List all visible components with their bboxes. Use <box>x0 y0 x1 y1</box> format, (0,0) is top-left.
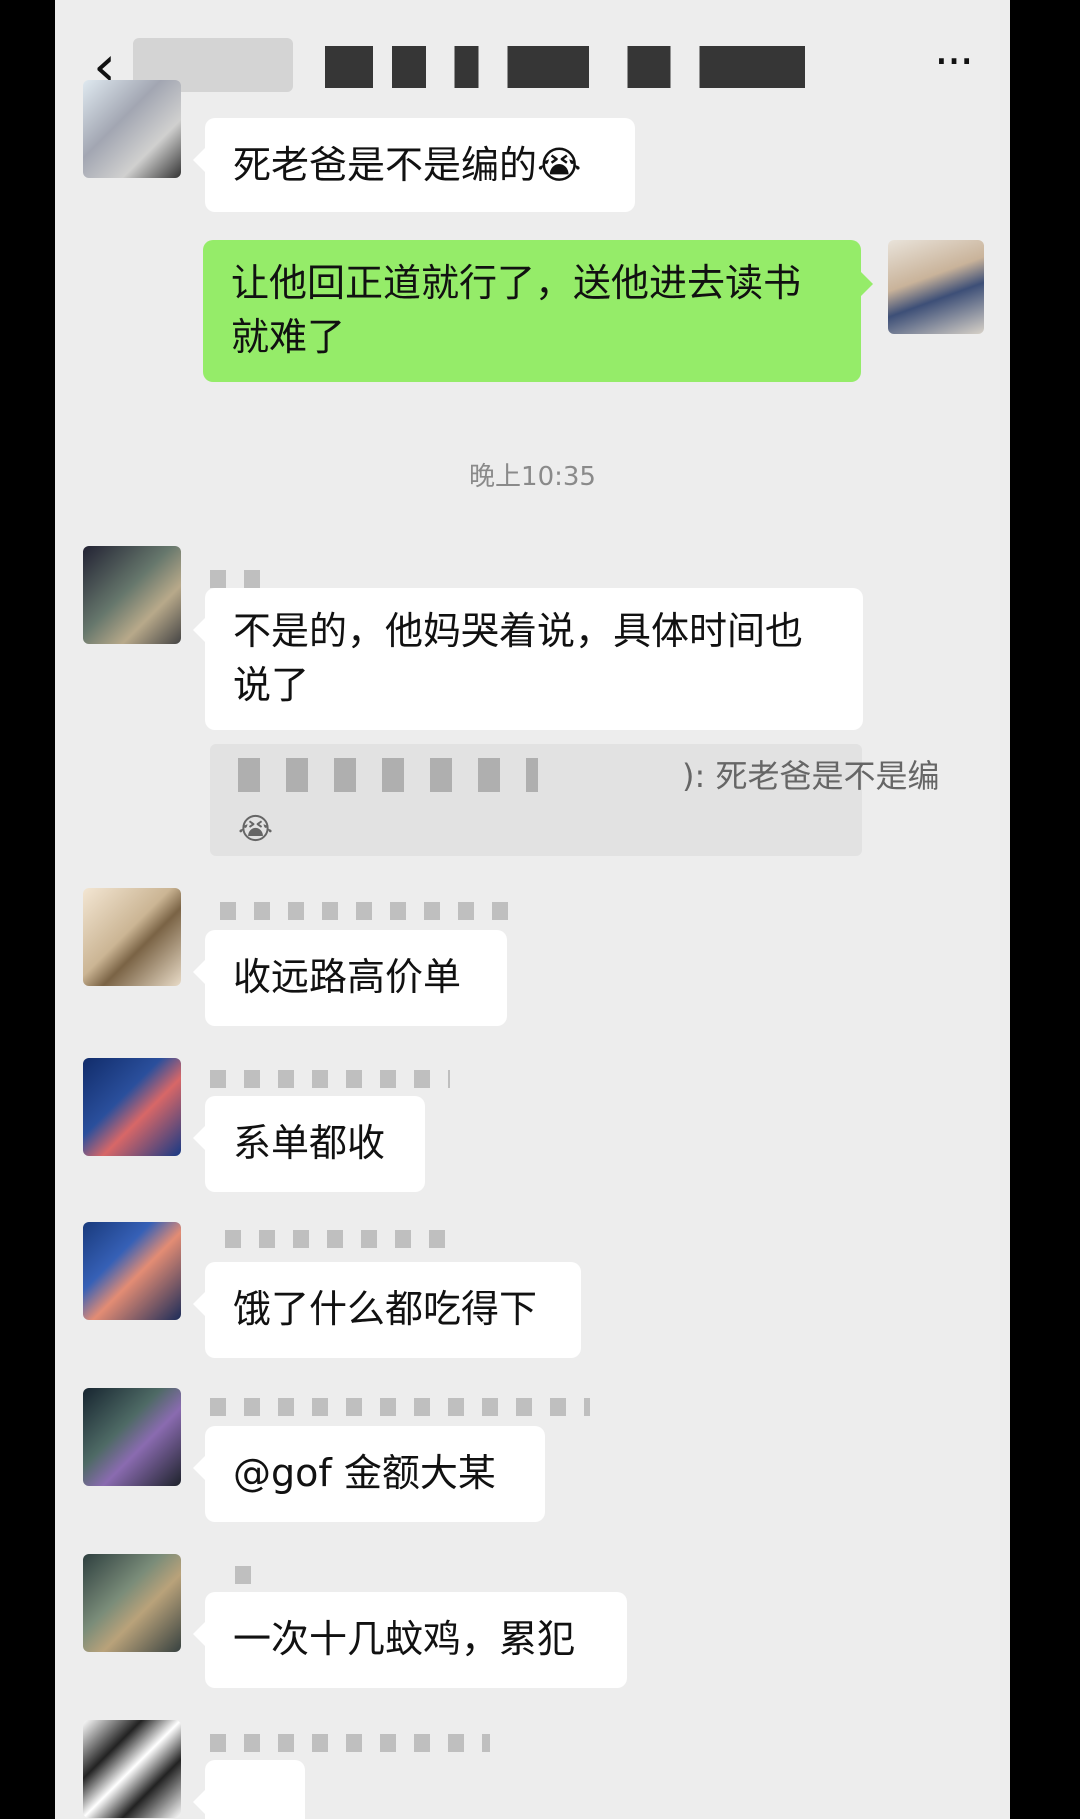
message-bubble[interactable]: 一次十几蚊鸡，累犯 <box>193 1592 627 1688</box>
quoted-text: ): 死老爸是不是编 <box>682 757 940 795</box>
more-options-button[interactable]: ··· <box>934 34 974 88</box>
sender-name <box>210 1734 490 1752</box>
message-text: 死老爸是不是编的😭 <box>233 143 582 187</box>
sender-name <box>235 1566 265 1584</box>
message-bubble[interactable]: 系单都收 <box>193 1096 425 1192</box>
avatar[interactable] <box>83 1720 181 1818</box>
my-avatar[interactable] <box>888 240 984 334</box>
chat-title <box>325 46 805 88</box>
avatar[interactable] <box>83 546 181 644</box>
message-text: @gof 金额大某 <box>233 1451 496 1495</box>
avatar[interactable] <box>83 1222 181 1320</box>
message-text: 一次十几蚊鸡，累犯 <box>233 1617 576 1661</box>
my-message-bubble[interactable]: 让他回正道就行了，送他进去读书 就难了 <box>203 240 873 382</box>
message-text-line-2: 就难了 <box>231 315 346 359</box>
sender-name <box>210 1070 450 1088</box>
chat-header: ‹ ··· <box>55 0 1010 118</box>
avatar[interactable] <box>83 1554 181 1652</box>
avatar[interactable] <box>83 1058 181 1156</box>
message-bubble[interactable]: 收远路高价单 <box>193 930 507 1026</box>
message-bubble[interactable] <box>193 1760 305 1819</box>
message-text: 系单都收 <box>233 1121 386 1165</box>
sender-name <box>210 570 270 588</box>
message-bubble[interactable]: @gof 金额大某 <box>193 1426 545 1522</box>
sender-name <box>225 1230 445 1248</box>
sender-name <box>210 1398 590 1416</box>
quoted-emoji: 😭 <box>238 812 274 847</box>
quoted-sender-name <box>238 758 538 792</box>
message-bubble[interactable]: 不是的，他妈哭着说，具体时间也 说了 <box>193 588 863 730</box>
chat-screen: ‹ ··· 死老爸是不是编的😭 让他回正道就行了，送他进去读书 就难了 晚上10… <box>55 0 1010 1819</box>
message-text-line-1: 让他回正道就行了，送他进去读书 <box>231 261 802 305</box>
message-text-line-1: 不是的，他妈哭着说，具体时间也 <box>233 609 804 653</box>
avatar[interactable] <box>83 888 181 986</box>
sender-name <box>220 902 510 920</box>
message-bubble[interactable]: 饿了什么都吃得下 <box>193 1262 581 1358</box>
message-text: 收远路高价单 <box>233 955 462 999</box>
avatar[interactable] <box>83 1388 181 1486</box>
quoted-message[interactable]: ): 死老爸是不是编 😭 <box>210 744 939 856</box>
message-text-line-2: 说了 <box>233 663 310 707</box>
message-timestamp: 晚上10:35 <box>469 462 596 492</box>
avatar[interactable] <box>83 80 181 178</box>
message-bubble[interactable]: 死老爸是不是编的😭 <box>193 118 635 212</box>
message-text: 饿了什么都吃得下 <box>233 1287 538 1331</box>
